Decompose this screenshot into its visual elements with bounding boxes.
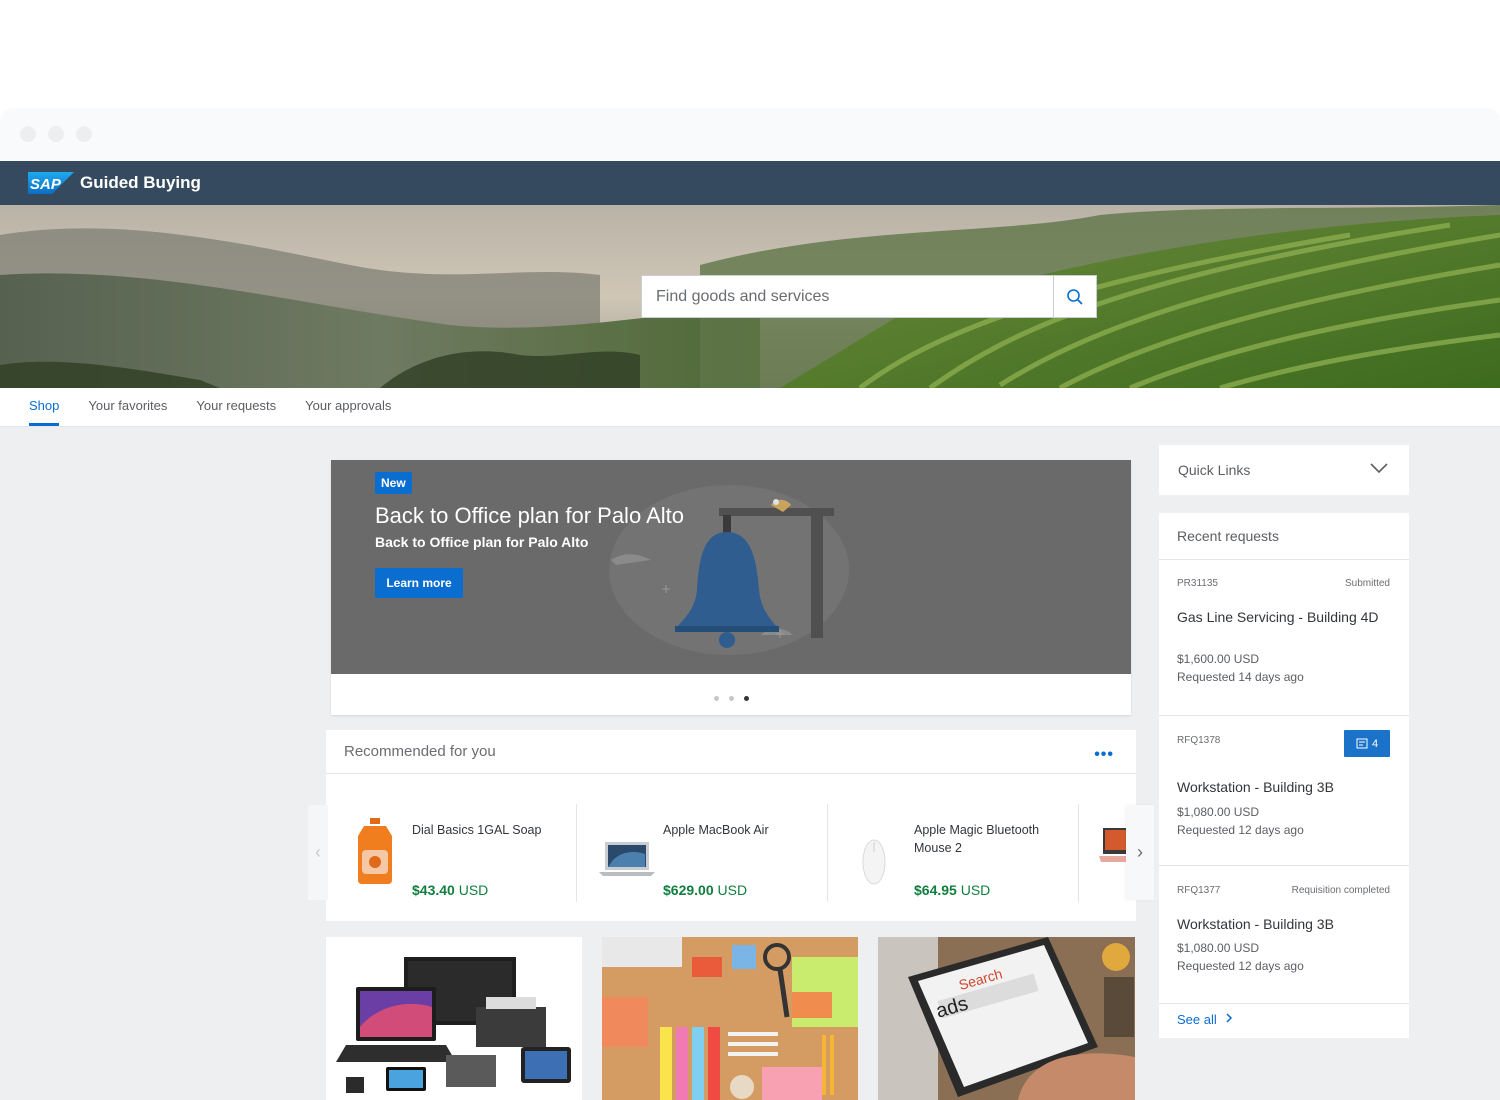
product-name: Dial Basics 1GAL Soap [412, 823, 542, 837]
office-supplies-image [602, 937, 858, 1100]
product-card[interactable]: Apple MacBook Air $629.00 USD [577, 804, 828, 902]
nav-tabs: Shop Your favorites Your requests Your a… [0, 388, 1500, 427]
new-badge: New [375, 472, 412, 494]
document-icon [1356, 738, 1368, 749]
product-price: $43.40 USD [412, 882, 489, 898]
window-dot-icon [76, 126, 92, 142]
request-item[interactable]: RFQ1378 4 Workstation - Building 3B $1,0… [1159, 716, 1409, 866]
request-title: Workstation - Building 3B [1177, 779, 1334, 795]
search-button[interactable] [1053, 276, 1096, 317]
svg-text:SAP: SAP [30, 176, 62, 193]
tab-your-favorites[interactable]: Your favorites [88, 388, 167, 426]
search-ads-laptop-image: Search ads [878, 937, 1135, 1100]
chevron-right-icon [1226, 1013, 1233, 1023]
electronics-image [326, 937, 582, 1100]
request-amount: $1,080.00 USD [1177, 805, 1260, 819]
request-id: PR31135 [1177, 578, 1218, 589]
laptop-icon [599, 842, 655, 876]
search-input[interactable] [642, 276, 1053, 317]
laptop-icon [1099, 828, 1127, 862]
product-card[interactable]: Apple Magic Bluetooth Mouse 2 $64.95 USD [828, 804, 1079, 902]
app-title: Guided Buying [80, 173, 201, 192]
product-name: Apple Magic Bluetooth Mouse 2 [914, 823, 1040, 855]
mouse-icon [862, 839, 886, 885]
page-dot-active[interactable] [743, 696, 749, 701]
product-price: $629.00 USD [663, 882, 748, 898]
promo-carousel: New Back to Office plan for Palo Alto Ba… [331, 460, 1131, 715]
request-date: Requested 12 days ago [1177, 823, 1304, 837]
page-top-margin [0, 0, 1500, 108]
soap-bottle-icon [358, 818, 392, 884]
see-all-link[interactable]: See all [1177, 1012, 1234, 1027]
chevron-down-icon [1370, 463, 1388, 474]
learn-more-button[interactable]: Learn more [375, 568, 463, 598]
bell-illustration-icon [609, 485, 849, 655]
product-price: $64.95 USD [914, 882, 991, 898]
window-dot-icon [48, 126, 64, 142]
request-date: Requested 12 days ago [1177, 959, 1304, 973]
window-dot-icon [20, 126, 36, 142]
request-id: RFQ1377 [1177, 885, 1221, 896]
quick-links-label: Quick Links [1178, 462, 1251, 478]
recommended-title: Recommended for you [344, 743, 496, 760]
product-name: Apple MacBook Air [663, 823, 769, 837]
recommended-header: Recommended for you ••• [326, 730, 1136, 774]
recommended-panel: Recommended for you ••• ‹ Dial Basics 1G… [308, 730, 1154, 921]
product-card[interactable]: Dial Basics 1GAL Soap $43.40 USD [326, 804, 577, 902]
request-id: RFQ1378 [1177, 735, 1221, 746]
request-amount: $1,080.00 USD [1177, 941, 1260, 955]
quote-count-badge[interactable]: 4 [1344, 730, 1390, 757]
request-item[interactable]: RFQ1377 Requisition completed Workstatio… [1159, 866, 1409, 1004]
category-tile[interactable] [602, 937, 858, 1100]
promo-subtitle: Back to Office plan for Palo Alto [375, 534, 589, 550]
request-status: Requisition completed [1291, 885, 1390, 896]
recent-requests-title: Recent requests [1159, 513, 1409, 560]
page-dot[interactable] [728, 696, 734, 701]
quote-count: 4 [1371, 737, 1379, 750]
tab-your-approvals[interactable]: Your approvals [305, 388, 391, 426]
search-bar [641, 275, 1097, 318]
carousel-pager [331, 688, 1131, 706]
request-status: Submitted [1344, 578, 1390, 589]
carousel-prev-button[interactable]: ‹ [308, 805, 328, 900]
search-icon [1067, 288, 1083, 305]
product-card-partial[interactable] [1079, 804, 1129, 902]
quick-links-dropdown[interactable]: Quick Links [1159, 445, 1409, 495]
tab-your-requests[interactable]: Your requests [196, 388, 276, 426]
request-title: Workstation - Building 3B [1177, 916, 1334, 932]
sap-logo-icon[interactable]: SAP [28, 172, 74, 194]
tab-shop[interactable]: Shop [29, 388, 60, 426]
page-dot[interactable] [713, 696, 719, 701]
carousel-next-button[interactable]: › [1126, 805, 1154, 900]
request-title: Gas Line Servicing - Building 4D [1177, 609, 1379, 625]
recent-requests-panel: Recent requests PR31135 Submitted Gas Li… [1159, 513, 1409, 1038]
request-item[interactable]: PR31135 Submitted Gas Line Servicing - B… [1159, 560, 1409, 716]
category-tile[interactable] [326, 937, 582, 1100]
promo-title: Back to Office plan for Palo Alto [375, 503, 684, 528]
request-date: Requested 14 days ago [1177, 670, 1304, 684]
request-amount: $1,600.00 USD [1177, 652, 1260, 666]
window-chrome [0, 108, 1500, 161]
promo-banner: New Back to Office plan for Palo Alto Ba… [331, 460, 1131, 674]
category-tile[interactable]: Search ads [878, 937, 1135, 1100]
more-options-icon[interactable]: ••• [1094, 746, 1114, 764]
shell-bar: SAP Guided Buying [0, 161, 1500, 205]
